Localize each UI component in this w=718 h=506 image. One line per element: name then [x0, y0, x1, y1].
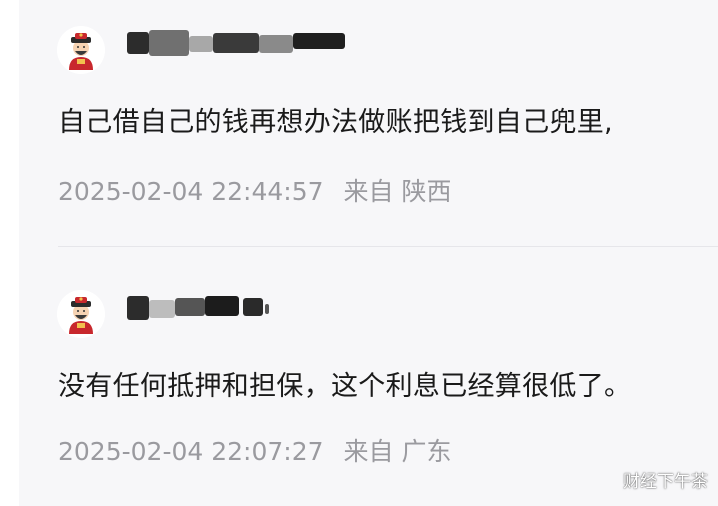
comment-timestamp: 2025-02-04 22:44:57	[58, 177, 324, 206]
comments-panel: 自己借自己的钱再想办法做账把钱到自己兜里, 2025-02-04 22:44:5…	[19, 0, 718, 506]
caishen-avatar-icon[interactable]	[57, 26, 105, 74]
comment-location: 来自 陕西	[343, 177, 452, 206]
comment-meta: 2025-02-04 22:07:27 来自 广东	[58, 432, 451, 468]
caishen-avatar-icon[interactable]	[57, 290, 105, 338]
username-redacted[interactable]	[127, 30, 353, 56]
comment-text: 没有任何抵押和担保，这个利息已经算很低了。	[58, 371, 632, 402]
username-redacted[interactable]	[127, 294, 287, 320]
comment-timestamp: 2025-02-04 22:07:27	[58, 437, 324, 466]
watermark-text: 财经下午茶	[623, 472, 708, 492]
comment-location: 来自 广东	[343, 437, 452, 466]
comment-meta: 2025-02-04 22:44:57 来自 陕西	[58, 172, 451, 208]
comment-divider	[58, 246, 718, 247]
comment-text: 自己借自己的钱再想办法做账把钱到自己兜里,	[58, 107, 613, 138]
